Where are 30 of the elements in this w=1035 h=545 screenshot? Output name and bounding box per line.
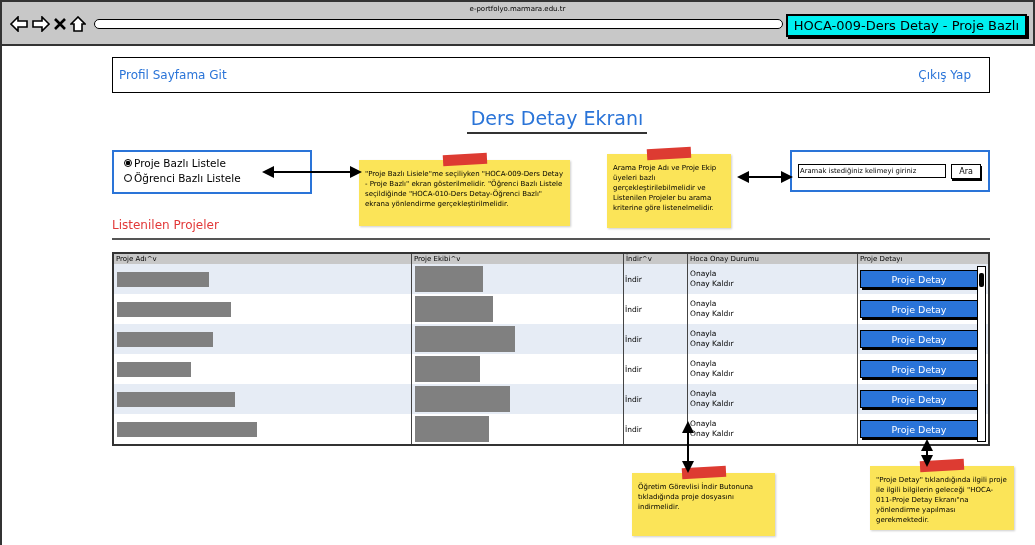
logout-link[interactable]: Çıkış Yap	[918, 68, 971, 82]
search-button[interactable]: Ara	[951, 163, 981, 179]
project-detail-button[interactable]: Proje Detay	[860, 390, 978, 408]
project-detail-button[interactable]: Proje Detay	[860, 330, 978, 348]
redaction-bar	[415, 356, 480, 382]
address-bar[interactable]	[94, 19, 783, 29]
tape-strip	[646, 146, 692, 161]
project-detail-button[interactable]: Proje Detay	[860, 270, 978, 288]
close-icon[interactable]	[54, 18, 66, 30]
project-detail-button[interactable]: Proje Detay	[860, 420, 978, 438]
section-title: Listenilen Projeler	[112, 218, 220, 234]
radio-label[interactable]: Proje Bazlı Listele	[134, 157, 226, 169]
tape-strip	[442, 152, 487, 167]
tape-strip	[681, 465, 726, 480]
back-icon[interactable]	[10, 16, 28, 32]
home-icon[interactable]	[70, 16, 86, 32]
radio-selected[interactable]	[124, 159, 132, 167]
profile-link[interactable]: Profil Sayfama Git	[119, 68, 227, 82]
project-detail-button[interactable]: Proje Detay	[860, 360, 978, 378]
scrollbar[interactable]	[977, 266, 986, 442]
page-title: Ders Detay Ekranı	[466, 107, 648, 134]
radio-button[interactable]	[124, 174, 132, 182]
tape-strip	[919, 458, 965, 473]
project-detail-button[interactable]: Proje Detay	[860, 300, 978, 318]
redaction-bar	[415, 266, 483, 292]
radio-label[interactable]: Öğrenci Bazlı Listele	[134, 172, 241, 184]
screen-label: HOCA-009-Ders Detay - Proje Bazlı	[785, 14, 1027, 37]
double-arrow	[921, 439, 933, 467]
forward-icon[interactable]	[32, 16, 50, 32]
double-arrow	[737, 171, 793, 183]
